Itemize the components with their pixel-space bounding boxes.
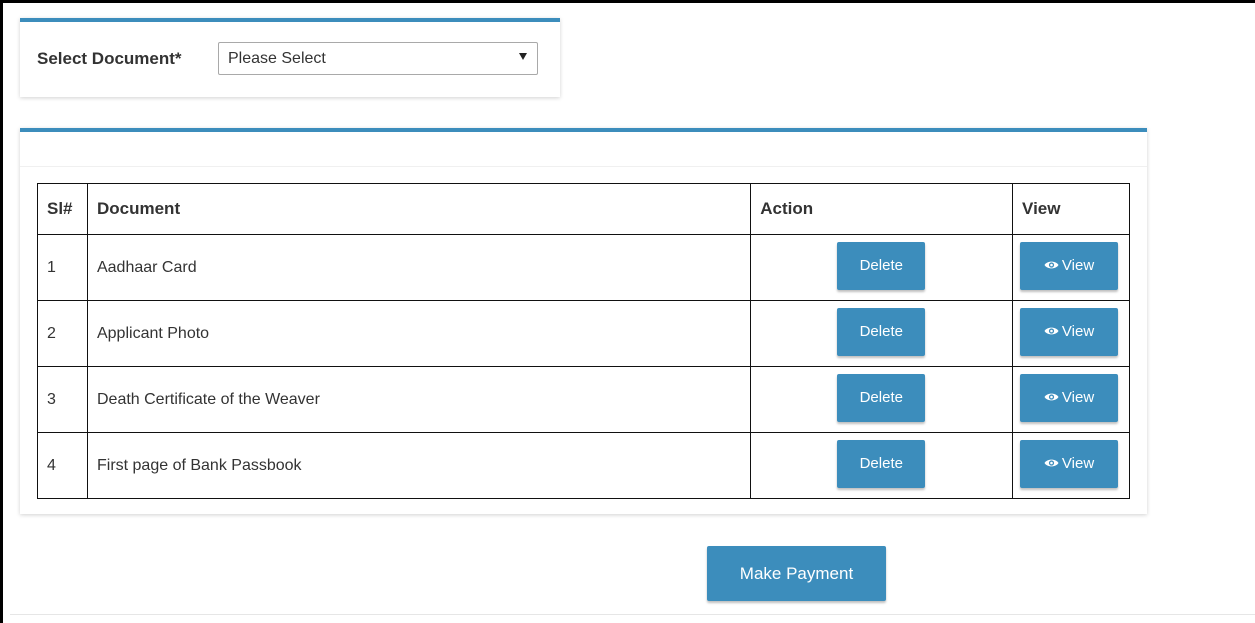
view-button[interactable]: View bbox=[1020, 242, 1119, 290]
eye-icon bbox=[1044, 393, 1059, 401]
row-action-cell: Delete bbox=[750, 366, 1014, 433]
row-view-cell: View bbox=[1012, 234, 1130, 301]
view-button-label: View bbox=[1061, 389, 1095, 406]
table-row: 2 Applicant Photo Delete View bbox=[37, 300, 1130, 367]
row-action-cell: Delete bbox=[750, 234, 1014, 301]
column-header-action: Action bbox=[750, 183, 1014, 235]
delete-button[interactable]: Delete bbox=[837, 308, 926, 356]
select-document-label: Select Document* bbox=[37, 49, 182, 68]
view-button-label: View bbox=[1061, 257, 1095, 274]
caret-down-icon bbox=[519, 53, 527, 60]
documents-table: Sl# Document Action View 1 Aadhaar Card … bbox=[37, 183, 1130, 499]
view-button-label: View bbox=[1061, 455, 1095, 472]
row-sl: 3 bbox=[37, 366, 88, 433]
row-document-name: Aadhaar Card bbox=[86, 234, 752, 301]
select-document-dropdown[interactable]: Please Select bbox=[218, 42, 538, 75]
row-view-cell: View bbox=[1012, 366, 1130, 433]
delete-button[interactable]: Delete bbox=[837, 374, 926, 422]
column-header-view: View bbox=[1012, 183, 1130, 235]
row-action-cell: Delete bbox=[750, 432, 1014, 499]
documents-panel: Sl# Document Action View 1 Aadhaar Card … bbox=[20, 128, 1147, 514]
table-row: 1 Aadhaar Card Delete View bbox=[37, 234, 1130, 301]
row-view-cell: View bbox=[1012, 300, 1130, 367]
column-header-sl: Sl# bbox=[37, 183, 88, 235]
delete-button[interactable]: Delete bbox=[837, 242, 926, 290]
select-document-value: Please Select bbox=[228, 50, 326, 67]
table-row: 4 First page of Bank Passbook Delete Vie… bbox=[37, 432, 1130, 499]
row-document-name: First page of Bank Passbook bbox=[86, 432, 752, 499]
row-view-cell: View bbox=[1012, 432, 1130, 499]
view-button[interactable]: View bbox=[1020, 308, 1119, 356]
make-payment-button[interactable]: Make Payment bbox=[707, 546, 886, 601]
bottom-divider bbox=[10, 614, 1255, 615]
eye-icon bbox=[1044, 261, 1059, 269]
row-document-name: Applicant Photo bbox=[86, 300, 752, 367]
table-row: 3 Death Certificate of the Weaver Delete… bbox=[37, 366, 1130, 433]
row-sl: 4 bbox=[37, 432, 88, 499]
view-button[interactable]: View bbox=[1020, 440, 1119, 488]
row-sl: 1 bbox=[37, 234, 88, 301]
column-header-document: Document bbox=[86, 183, 752, 235]
view-button[interactable]: View bbox=[1020, 374, 1119, 422]
panel-header-divider bbox=[20, 166, 1147, 167]
row-document-name: Death Certificate of the Weaver bbox=[86, 366, 752, 433]
eye-icon bbox=[1044, 327, 1059, 335]
delete-button[interactable]: Delete bbox=[837, 440, 926, 488]
row-sl: 2 bbox=[37, 300, 88, 367]
table-header-row: Sl# Document Action View bbox=[37, 183, 1130, 235]
eye-icon bbox=[1044, 459, 1059, 467]
select-document-panel: Select Document* Please Select bbox=[20, 18, 560, 97]
view-button-label: View bbox=[1061, 323, 1095, 340]
row-action-cell: Delete bbox=[750, 300, 1014, 367]
